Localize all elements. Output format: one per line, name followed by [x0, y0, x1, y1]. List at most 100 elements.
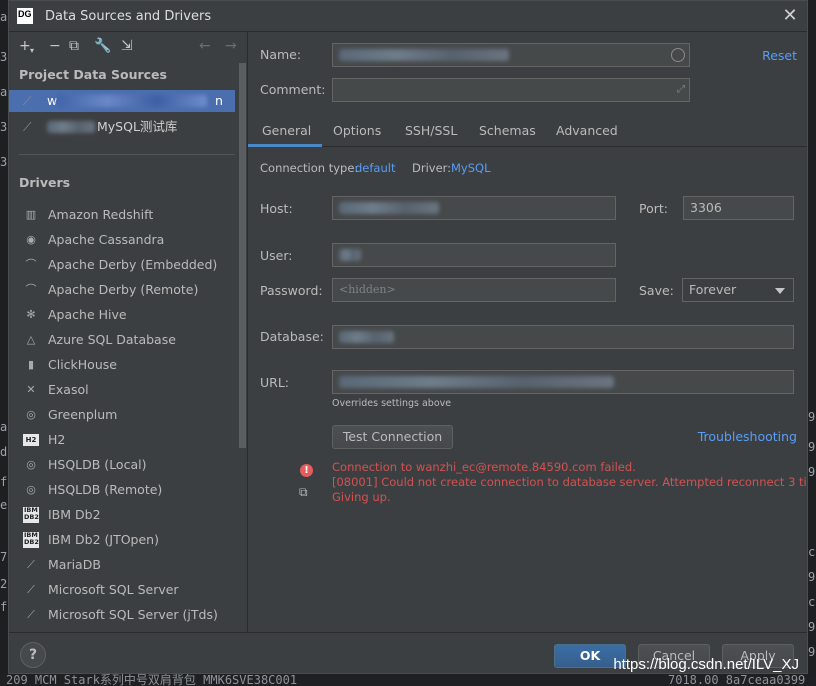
datasource-item-selected[interactable]: ⟋ w n: [9, 90, 235, 112]
azure-icon: △: [26, 333, 36, 346]
datasource-icon: ⟋: [23, 120, 32, 134]
hsqldb-icon: ◎: [26, 458, 36, 471]
drivers-list: ▥ Amazon Redshift ◉ Apache Cassandra ⌒ Apache…: [9, 202, 237, 632]
redacted-text: [57, 95, 207, 107]
url-field[interactable]: [332, 370, 794, 394]
datasource-label: MySQL测试库: [97, 119, 178, 134]
background-row-text-right: 7018.00 8a7ceaa0399: [668, 674, 806, 686]
driver-item[interactable]: IBM DB2 IBM Db2: [9, 502, 237, 527]
remove-icon[interactable]: −: [49, 37, 61, 55]
close-icon[interactable]: ✕: [779, 5, 801, 27]
driver-item[interactable]: ▮ ClickHouse: [9, 352, 237, 377]
driver-item[interactable]: IBM DB2 IBM Db2 (JTOpen): [9, 527, 237, 552]
save-select[interactable]: Forever: [682, 278, 794, 302]
left-toolbar: + ▾ − ⧉ 🔧 ⇲ ← →: [9, 32, 247, 60]
add-dropdown-chevron-icon[interactable]: ▾: [30, 42, 34, 60]
database-field[interactable]: [332, 325, 794, 349]
driver-label: Apache Derby (Embedded): [48, 257, 218, 272]
copy-icon[interactable]: ⧉: [299, 485, 308, 500]
driver-item[interactable]: ⟋ MariaDB: [9, 552, 237, 577]
driver-item[interactable]: ◎ HSQLDB (Local): [9, 452, 237, 477]
expand-icon[interactable]: ⤢: [677, 79, 685, 101]
troubleshooting-link[interactable]: Troubleshooting: [698, 429, 797, 444]
background-glyph: 9: [808, 570, 816, 584]
background-glyph: c: [808, 595, 816, 609]
section-divider: [19, 154, 235, 155]
background-glyph: 3: [0, 50, 8, 64]
redacted-text: [339, 249, 361, 261]
background-glyph: 9: [808, 645, 816, 659]
clickhouse-icon: ▮: [27, 358, 35, 371]
watermark-text: https://blog.csdn.net/ILV_XJ: [613, 656, 799, 673]
drivers-scrollbar[interactable]: [238, 63, 247, 448]
add-icon[interactable]: +: [19, 37, 31, 55]
driver-label: Apache Derby (Remote): [48, 282, 199, 297]
derby-icon: ⌒: [25, 283, 37, 296]
driver-label: Apache Cassandra: [48, 232, 165, 247]
url-hint: Overrides settings above: [332, 398, 452, 409]
driver-label: Amazon Redshift: [48, 207, 154, 222]
driver-item[interactable]: H2 H2: [9, 427, 237, 452]
tab-advanced[interactable]: Advanced: [556, 116, 618, 146]
tab-ssh-ssl[interactable]: SSH/SSL: [405, 116, 457, 146]
driver-item[interactable]: ◎ Greenplum: [9, 402, 237, 427]
tab-schemas[interactable]: Schemas: [479, 116, 536, 146]
password-field[interactable]: <hidden>: [332, 278, 616, 302]
driver-label: Exasol: [48, 382, 89, 397]
port-field[interactable]: 3306: [683, 196, 794, 220]
right-pane: Name: Reset Comment: ⤢ General Options S…: [248, 32, 807, 632]
driver-item[interactable]: ⌒ Apache Derby (Embedded): [9, 252, 237, 277]
background-glyph: d: [0, 445, 8, 459]
driver-item[interactable]: ◉ Apache Cassandra: [9, 227, 237, 252]
tab-general[interactable]: General: [262, 116, 311, 146]
driver-item[interactable]: ⟋ Microsoft SQL Server (jTds): [9, 602, 237, 627]
left-pane: + ▾ − ⧉ 🔧 ⇲ ← → Project Data Sources ⟋ w…: [9, 32, 248, 632]
save-label: Save:: [639, 283, 674, 298]
back-arrow-icon[interactable]: ←: [199, 37, 211, 55]
background-glyph: c: [808, 545, 816, 559]
connection-type-label: Connection type:: [260, 161, 359, 175]
driver-item[interactable]: ✻ Apache Hive: [9, 302, 237, 327]
comment-field[interactable]: ⤢: [332, 78, 690, 102]
ibm-db2-icon: IBM DB2: [23, 531, 39, 548]
driver-link[interactable]: MySQL: [451, 161, 491, 175]
wrench-icon[interactable]: 🔧: [94, 37, 111, 55]
host-field[interactable]: [332, 196, 616, 220]
driver-label: MariaDB: [48, 557, 101, 572]
background-glyph: 3: [0, 120, 8, 134]
test-connection-button[interactable]: Test Connection: [332, 425, 453, 449]
driver-item[interactable]: △ Azure SQL Database: [9, 327, 237, 352]
cassandra-icon: ◉: [26, 233, 36, 246]
driver-item[interactable]: ⌒ Apache Derby (Remote): [9, 277, 237, 302]
background-table-row: 209 MCM Stark系列中号双肩背包 MMK6SVE38C001 7018…: [0, 674, 816, 686]
background-glyph: 3: [0, 155, 8, 169]
data-sources-dialog: DG Data Sources and Drivers ✕ + ▾ − ⧉ 🔧 …: [8, 0, 808, 674]
import-icon[interactable]: ⇲: [121, 37, 133, 55]
background-glyph: a: [0, 10, 8, 24]
driver-item[interactable]: ▥ Amazon Redshift: [9, 202, 237, 227]
color-picker-icon[interactable]: [671, 48, 685, 62]
datasource-item[interactable]: ⟋ MySQL测试库: [9, 116, 235, 138]
user-field[interactable]: [332, 243, 616, 267]
forward-arrow-icon[interactable]: →: [225, 37, 237, 55]
driver-label: Microsoft SQL Server (jTds): [48, 607, 218, 622]
reset-link[interactable]: Reset: [762, 48, 797, 63]
error-message-line3: Giving up.: [332, 490, 391, 504]
mssql-icon: ⟋: [27, 608, 35, 621]
name-field[interactable]: [332, 43, 690, 67]
redacted-text: [339, 331, 394, 343]
driver-item[interactable]: ✕ Exasol: [9, 377, 237, 402]
driver-label: IBM Db2: [48, 507, 101, 522]
background-glyph: 2: [0, 577, 8, 591]
datasource-icon: ⟋: [23, 94, 32, 108]
driver-label: Greenplum: [48, 407, 118, 422]
driver-item[interactable]: ⟋ Microsoft SQL Server: [9, 577, 237, 602]
derby-icon: ⌒: [25, 258, 37, 271]
duplicate-icon[interactable]: ⧉: [69, 37, 79, 55]
driver-label: Microsoft SQL Server: [48, 582, 179, 597]
tab-options[interactable]: Options: [333, 116, 381, 146]
scrollbar-thumb[interactable]: [239, 63, 246, 448]
driver-item[interactable]: ◎ HSQLDB (Remote): [9, 477, 237, 502]
connection-type-link[interactable]: default: [355, 161, 395, 175]
help-button[interactable]: ?: [20, 642, 46, 668]
